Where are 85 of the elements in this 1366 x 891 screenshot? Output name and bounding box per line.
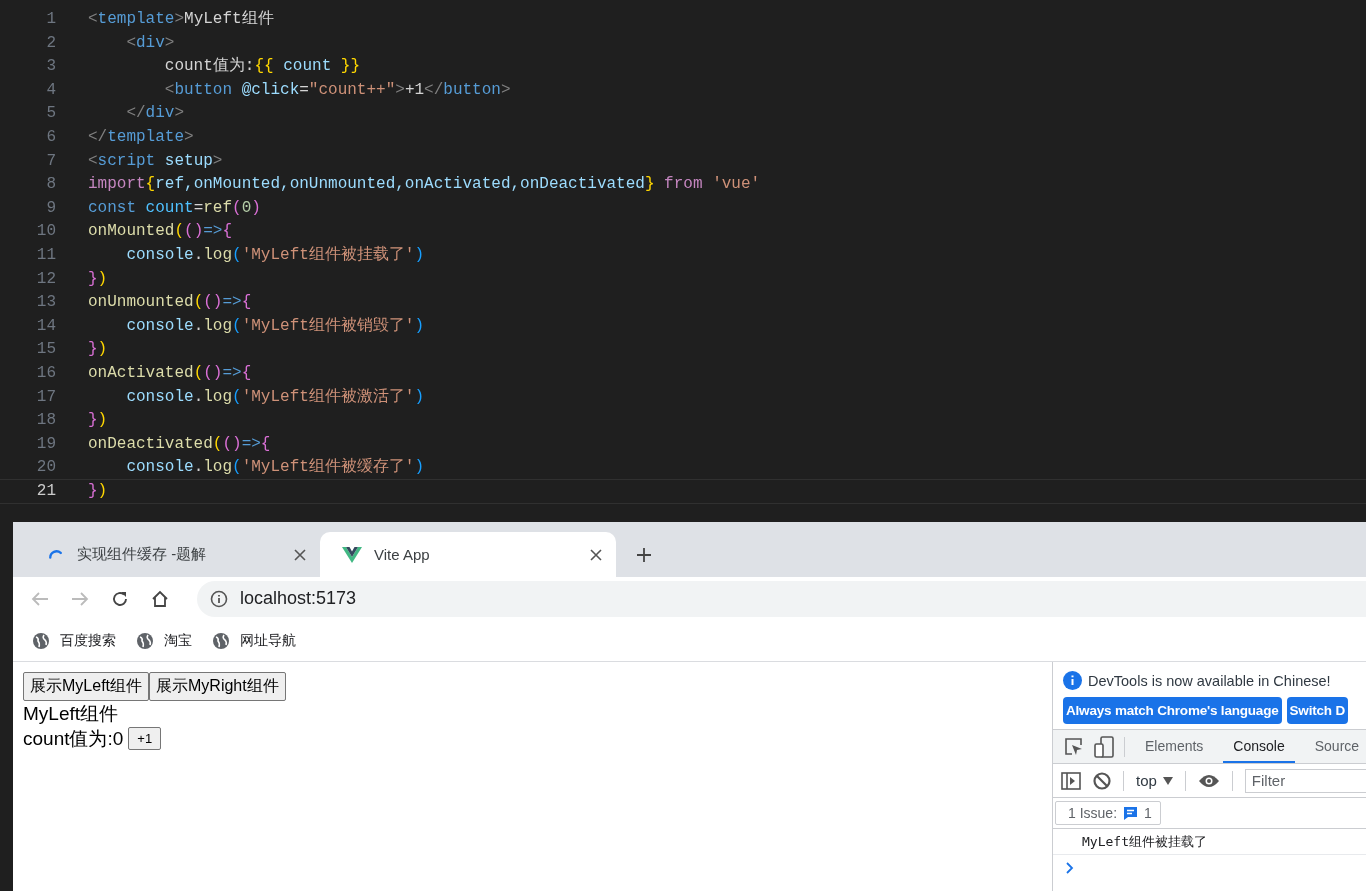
notice-text: DevTools is now available in Chinese! (1088, 672, 1331, 689)
line-number: 12 (35, 268, 56, 290)
code-line: console.log('MyLeft组件被挂载了') (125, 244, 425, 266)
line-number: 2 (45, 32, 56, 54)
code-line: <div> (125, 32, 175, 54)
code-line: console.log('MyLeft组件被激活了') (125, 386, 425, 408)
code-line: }) (88, 410, 108, 432)
code-line: onActivated(()=>{ (88, 362, 252, 384)
code-line: onMounted(()=>{ (88, 221, 233, 243)
line-number: 21 (35, 480, 56, 502)
page-button[interactable]: 展示MyRight组件 (149, 672, 286, 701)
line-number: 13 (35, 292, 56, 314)
line-number: 14 (35, 315, 56, 337)
line-number: 5 (45, 103, 56, 125)
code-line: }) (88, 268, 108, 290)
prompt-chevron-icon[interactable] (1066, 862, 1074, 874)
filter-field[interactable]: Filter (1244, 768, 1366, 793)
globe-icon (136, 631, 154, 650)
line-number: 1 (45, 9, 56, 30)
line-number: 10 (35, 221, 56, 243)
line-number: 17 (35, 386, 56, 408)
code-line: }) (88, 480, 108, 502)
tab-title: Vite App (374, 546, 431, 563)
line-number: 6 (45, 126, 56, 148)
sidebar-icon[interactable] (1061, 770, 1081, 791)
count-label: count值为:0 (23, 727, 124, 751)
info-icon (210, 589, 228, 608)
line-number: 19 (35, 433, 56, 455)
code-line: import{ref,onMounted,onUnmounted,onActivated,onDeactivated} from 'vue' (88, 174, 761, 196)
eye-icon[interactable] (1197, 773, 1220, 788)
line-number: 20 (35, 457, 56, 479)
language-button[interactable]: Switch D (1286, 697, 1348, 724)
code-line: <button @click="count++">+1</button> (163, 79, 511, 101)
globe-icon (212, 631, 230, 650)
loading-spinner-icon (49, 550, 62, 559)
devtools-tab[interactable]: Console (1223, 730, 1295, 763)
close-icon[interactable] (590, 548, 602, 561)
code-line: count值为:{{ count }} (163, 56, 361, 78)
devtools-tab[interactable]: Elements (1135, 730, 1214, 763)
browser-tab[interactable]: 实现组件缓存 -题解 (24, 532, 320, 577)
code-line: console.log('MyLeft组件被缓存了') (125, 457, 425, 479)
close-icon[interactable] (294, 548, 306, 561)
address-bar[interactable]: localhost:5173 (197, 580, 1366, 617)
code-line: const count=ref(0) (88, 197, 261, 219)
component-title: MyLeft组件 (23, 702, 120, 726)
issues-button[interactable]: 1 Issue: 1 (1055, 801, 1161, 825)
line-number: 15 (35, 339, 56, 361)
globe-icon (32, 631, 50, 650)
line-number: 7 (45, 150, 56, 172)
code-line: <script setup> (88, 150, 223, 172)
reload-icon[interactable] (111, 589, 129, 608)
browser-tab[interactable]: Vite App (320, 532, 616, 577)
home-icon[interactable] (151, 589, 169, 608)
new-tab-icon[interactable] (636, 547, 652, 563)
caret-icon (1162, 776, 1173, 785)
tab-title: 实现组件缓存 -题解 (77, 545, 208, 564)
line-number: 8 (45, 174, 56, 196)
inspect-icon[interactable] (1064, 736, 1084, 757)
context-dropdown[interactable]: top (1136, 772, 1173, 789)
device-icon[interactable] (1094, 735, 1114, 758)
code-line: onDeactivated(()=>{ (88, 433, 271, 455)
code-line: }) (88, 339, 108, 361)
code-line: <template>MyLeft组件 (88, 9, 274, 30)
line-number: 4 (45, 79, 56, 101)
code-line: onUnmounted(()=>{ (88, 292, 252, 314)
clear-console-icon[interactable] (1093, 771, 1111, 790)
line-number: 11 (35, 244, 56, 266)
code-line: </template> (88, 126, 194, 148)
message-icon (1123, 805, 1139, 821)
line-number: 3 (45, 56, 56, 78)
bookmark[interactable]: 百度搜索 (32, 631, 116, 650)
line-number: 18 (35, 410, 56, 432)
bookmark[interactable]: 淘宝 (136, 631, 192, 650)
console-message: MyLeft组件被挂载了 (1053, 829, 1366, 855)
bookmark[interactable]: 网址导航 (212, 631, 296, 650)
increment-button[interactable]: +1 (128, 727, 162, 750)
language-button[interactable]: Always match Chrome's language (1063, 697, 1282, 724)
line-number: 9 (45, 197, 56, 219)
page-button[interactable]: 展示MyLeft组件 (23, 672, 149, 701)
info-icon (1063, 671, 1082, 690)
v-logo-icon (342, 545, 362, 564)
code-line: console.log('MyLeft组件被销毁了') (125, 315, 425, 337)
line-number: 16 (35, 362, 56, 384)
code-line: </div> (125, 103, 185, 125)
devtools-tab[interactable]: Source (1304, 730, 1366, 763)
